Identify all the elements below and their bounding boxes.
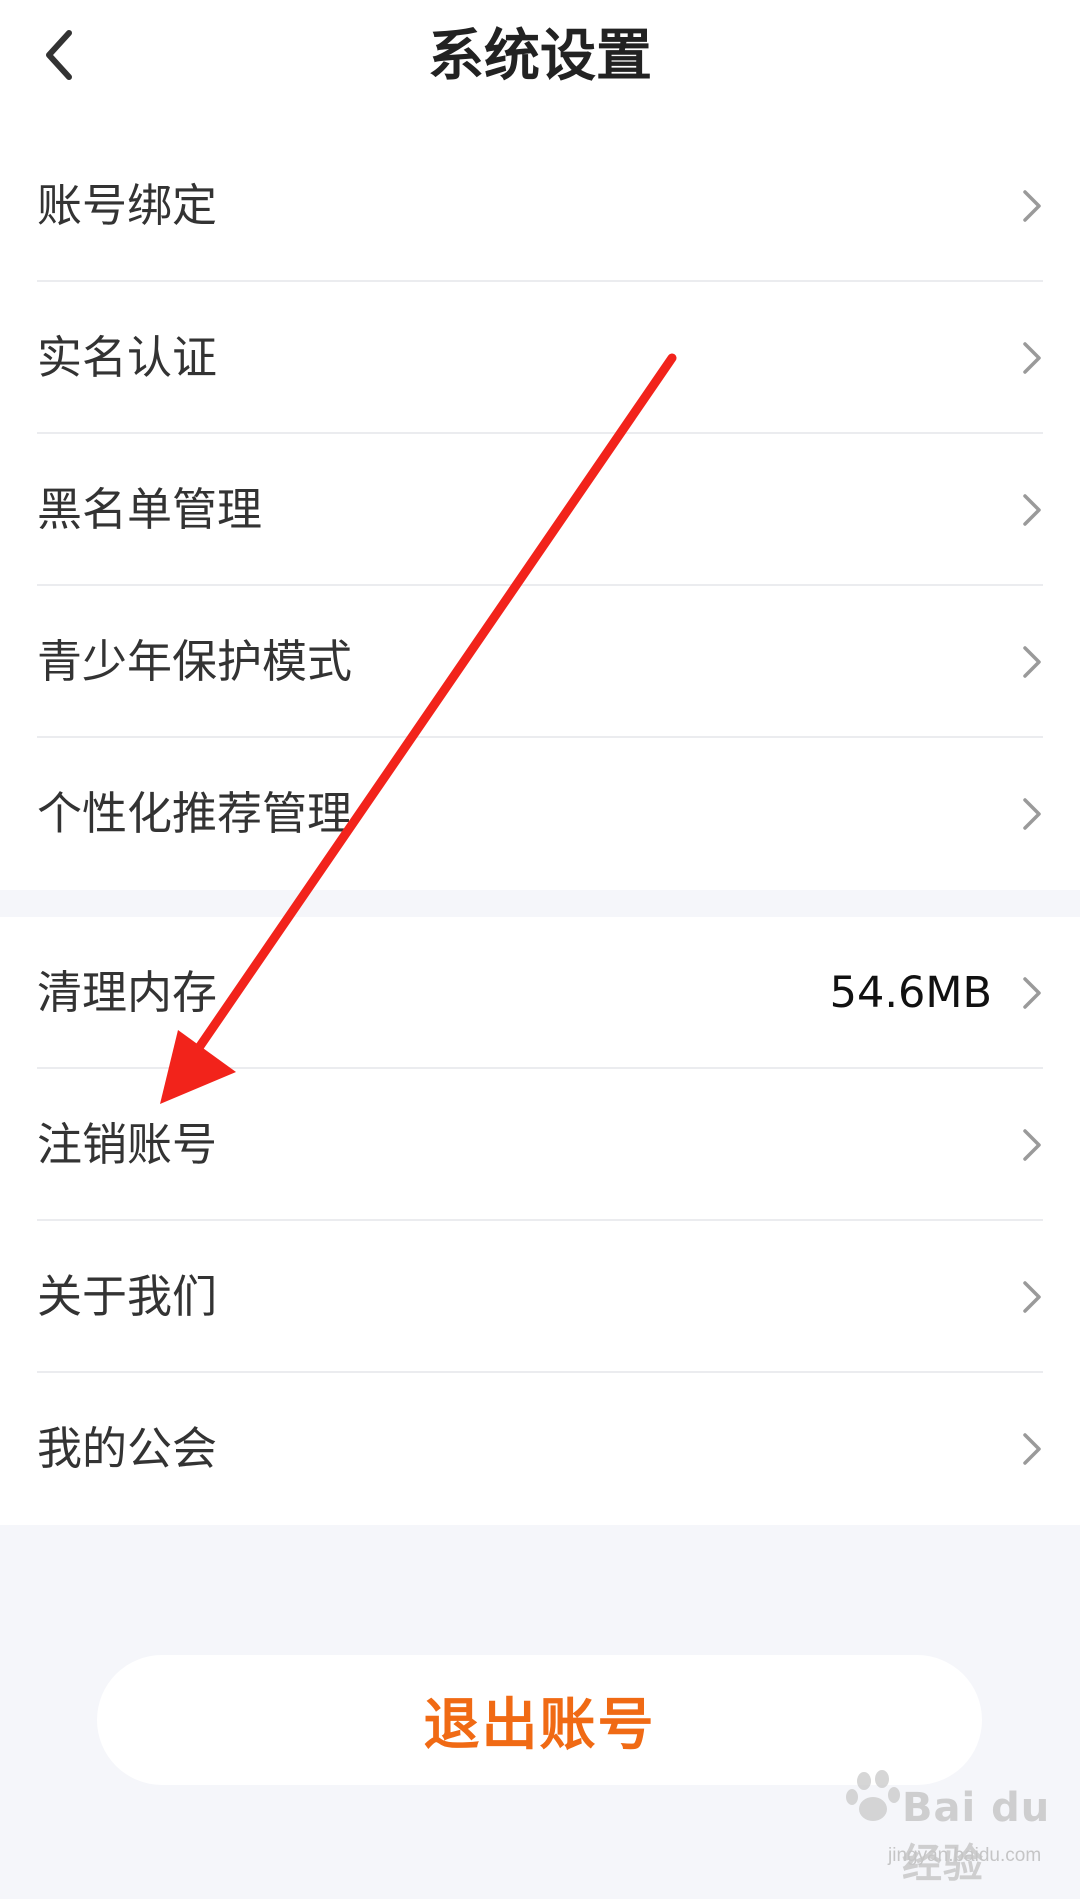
- settings-item-label: 账号绑定: [37, 179, 218, 232]
- baidu-jingyan-watermark: Bai du 经验 jingyan.baidu.com: [842, 1767, 1052, 1887]
- chevron-right-icon: [1023, 646, 1041, 678]
- settings-group-misc: 清理内存 54.6MB 注销账号 关于我们 我的公会: [0, 917, 1080, 1525]
- cache-size-value: 54.6MB: [829, 968, 992, 1018]
- settings-group-account: 账号绑定 实名认证 黑名单管理 青少年保护模式 个性化推荐管理: [0, 130, 1080, 890]
- settings-item-label: 关于我们: [37, 1270, 218, 1323]
- settings-item-about-us[interactable]: 关于我们: [0, 1221, 1080, 1373]
- settings-item-clear-cache[interactable]: 清理内存 54.6MB: [0, 917, 1080, 1069]
- settings-item-label: 我的公会: [37, 1422, 218, 1475]
- settings-item-youth-mode[interactable]: 青少年保护模式: [0, 586, 1080, 738]
- watermark-url: jingyan.baidu.com: [888, 1845, 1042, 1866]
- logout-button[interactable]: 退出账号: [97, 1655, 982, 1785]
- logout-button-label: 退出账号: [423, 1692, 656, 1758]
- settings-item-recommendation[interactable]: 个性化推荐管理: [0, 738, 1080, 890]
- settings-item-label: 青少年保护模式: [37, 635, 353, 688]
- settings-item-blacklist[interactable]: 黑名单管理: [0, 434, 1080, 586]
- chevron-right-icon: [1023, 1281, 1041, 1313]
- settings-item-label: 黑名单管理: [37, 483, 263, 536]
- system-settings-page: 系统设置 账号绑定 实名认证 黑名单管理 青少年保护模式 个性化推荐管理 清理内…: [0, 0, 1080, 1899]
- chevron-right-icon: [1023, 190, 1041, 222]
- chevron-right-icon: [1023, 977, 1041, 1009]
- settings-item-label: 注销账号: [37, 1118, 218, 1171]
- settings-item-label: 实名认证: [37, 331, 218, 384]
- watermark-brand: Bai du 经验: [902, 1785, 1051, 1887]
- top-bar: 系统设置: [0, 0, 1080, 130]
- chevron-right-icon: [1023, 1129, 1041, 1161]
- chevron-right-icon: [1023, 798, 1041, 830]
- page-title: 系统设置: [428, 24, 652, 89]
- settings-item-label: 清理内存: [37, 966, 218, 1019]
- chevron-right-icon: [1023, 494, 1041, 526]
- settings-item-my-guild[interactable]: 我的公会: [0, 1373, 1080, 1525]
- settings-item-real-name[interactable]: 实名认证: [0, 282, 1080, 434]
- settings-item-label: 个性化推荐管理: [37, 787, 353, 840]
- settings-item-account-binding[interactable]: 账号绑定: [0, 130, 1080, 282]
- chevron-right-icon: [1023, 1433, 1041, 1465]
- chevron-right-icon: [1023, 342, 1041, 374]
- settings-item-delete-account[interactable]: 注销账号: [0, 1069, 1080, 1221]
